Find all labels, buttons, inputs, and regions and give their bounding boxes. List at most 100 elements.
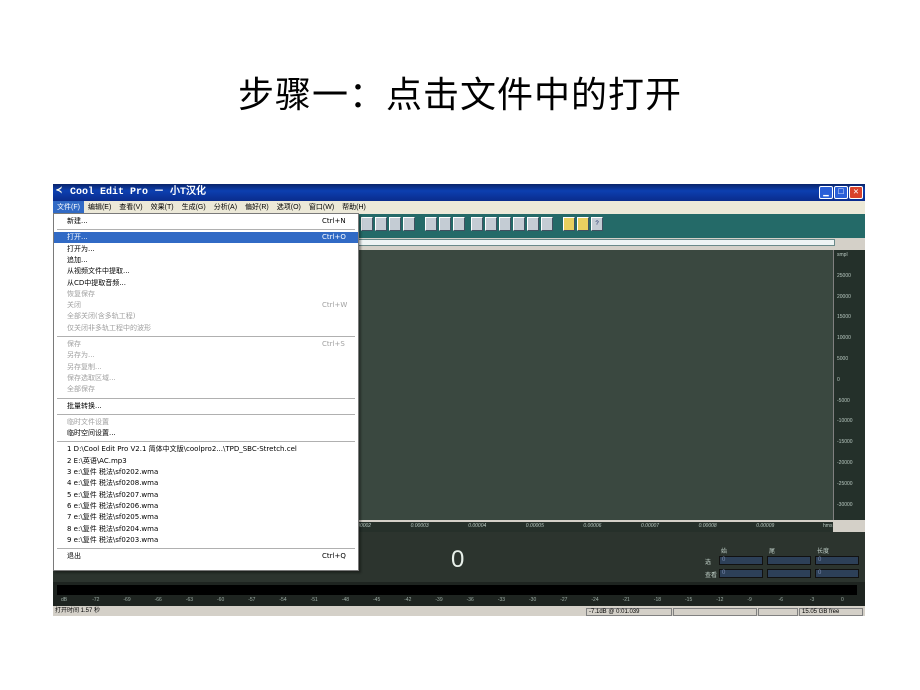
level-tick-label: -60 xyxy=(217,597,225,603)
level-meter xyxy=(57,585,857,595)
help-icon[interactable]: ? xyxy=(591,217,603,231)
level-tick-label: -21 xyxy=(622,597,630,603)
menu-item-label: 保存选取区域... xyxy=(67,373,116,382)
amplitude-tick-label: 25000 xyxy=(837,272,851,279)
amplitude-scale: smpl 25000 20000 15000 10000 5000 0 -5000 -10000… xyxy=(833,250,865,520)
level-tick-label: -57 xyxy=(248,597,256,603)
view-end-field[interactable] xyxy=(767,569,811,578)
amplitude-tick-label: -20000 xyxy=(837,460,853,466)
timeline-tick-label: 0.00007 xyxy=(641,523,660,529)
file-menu-item[interactable]: 打开... Ctrl+O xyxy=(54,232,358,244)
toolbar-button[interactable] xyxy=(403,217,415,231)
toolbar-button[interactable] xyxy=(439,217,451,231)
menu-item-label: 从视频文件中提取... xyxy=(67,267,130,276)
selection-end-field[interactable] xyxy=(767,556,811,565)
toolbar-button[interactable] xyxy=(541,217,553,231)
overview-ruler[interactable] xyxy=(353,239,835,246)
file-menu-item: 仅关闭非多轨工程中的波形 xyxy=(54,323,358,334)
level-tick-label: -6 xyxy=(778,597,784,603)
selection-header-begin: 始 xyxy=(721,549,728,555)
selection-begin-field[interactable]: 0 xyxy=(719,556,763,565)
menu-item-label: 2 E:\英语\AC.mp3 xyxy=(67,456,127,465)
amplitude-tick-label: 20000 xyxy=(837,293,851,300)
level-tick-label: -45 xyxy=(373,597,381,603)
file-menu-item[interactable]: 打开为... xyxy=(54,244,358,255)
amplitude-tick-label: 15000 xyxy=(837,314,851,321)
file-menu-item[interactable]: 从CD中提取音频... xyxy=(54,278,358,289)
timeline-tick-label: 0.00005 xyxy=(525,523,544,529)
level-tick-label: -69 xyxy=(123,597,131,603)
file-menu-item[interactable]: 退出 Ctrl+Q xyxy=(54,551,358,562)
menu-item-label: 打开... xyxy=(67,233,88,242)
file-menu-item[interactable]: 追加... xyxy=(54,255,358,266)
menu-item-label: 另存为... xyxy=(67,351,95,360)
level-tick-label: -30 xyxy=(529,597,537,603)
menu-item-label: 9 e:\复件 税法\sf0203.wma xyxy=(67,535,159,544)
view-begin-field[interactable]: 0 xyxy=(719,569,763,578)
title-bar[interactable]: ≺ Cool Edit Pro － 小T汉化 ▁ □ ✕ xyxy=(53,184,865,201)
selection-header-end: 尾 xyxy=(769,549,776,555)
menu-item-shortcut: Ctrl+W xyxy=(322,301,348,310)
level-tick-label: -72 xyxy=(92,597,100,603)
level-tick-label: -66 xyxy=(154,597,162,603)
file-menu-item[interactable]: 批量转换... xyxy=(54,401,358,412)
view-length-field[interactable]: 0 xyxy=(815,569,859,578)
file-menu-item: 保存选取区域... xyxy=(54,373,358,384)
file-menu-item[interactable]: 7 e:\复件 税法\sf0205.wma xyxy=(54,512,358,523)
menu-separator xyxy=(57,397,355,399)
toolbar-button[interactable] xyxy=(361,217,373,231)
menu-item-label: 临时空间设置... xyxy=(67,429,116,438)
file-menu-item[interactable]: 8 e:\复件 税法\sf0204.wma xyxy=(54,524,358,535)
status-cell xyxy=(758,608,798,616)
toolbar-button[interactable] xyxy=(425,217,437,231)
menu-item-label: 3 e:\复件 税法\sf0202.wma xyxy=(67,468,159,476)
file-menu-item[interactable]: 3 e:\复件 税法\sf0202.wma xyxy=(54,467,358,478)
level-tick-label: -3 xyxy=(809,597,815,603)
maximize-button[interactable]: □ xyxy=(834,186,848,199)
amplitude-tick-label: -5000 xyxy=(837,397,850,404)
file-menu-item[interactable]: 6 e:\复件 税法\sf0206.wma xyxy=(54,501,358,512)
file-menu-item[interactable]: 9 e:\复件 税法\sf0203.wma xyxy=(54,535,358,546)
toolbar-button[interactable] xyxy=(513,217,525,231)
selection-length-field[interactable]: 0 xyxy=(815,556,859,565)
file-menu-item[interactable]: 从视频文件中提取... xyxy=(54,266,358,277)
toolbar-button[interactable] xyxy=(453,217,465,231)
level-tick-label: -42 xyxy=(404,597,412,603)
level-tick-label: -9 xyxy=(747,597,752,603)
selection-header-length: 长度 xyxy=(817,549,830,555)
close-button[interactable]: ✕ xyxy=(849,186,863,199)
menu-item-label: 批量转换... xyxy=(67,401,102,410)
file-menu-item[interactable]: 1 D:\Cool Edit Pro V2.1 简体中文版\coolpro2..… xyxy=(54,444,358,455)
toolbar-button[interactable] xyxy=(375,217,387,231)
file-menu-item[interactable]: 临时空间设置... xyxy=(54,428,358,439)
status-bar: 打开时间 1.57 秒 -7.1dB @ 0:01.039 15.05 GB f… xyxy=(53,608,865,616)
menu-item-label: 临时文件设置 xyxy=(67,417,109,426)
toolbar-button[interactable] xyxy=(471,217,483,231)
level-tick-label: -15 xyxy=(685,597,693,603)
menu-item-label: 另存复制... xyxy=(67,362,102,371)
amplitude-tick-label: -25000 xyxy=(837,480,853,487)
timeline-tick-label: 0.00008 xyxy=(698,523,717,529)
toolbar-button[interactable] xyxy=(527,217,539,231)
level-tick-label: -24 xyxy=(591,597,599,603)
file-menu-item[interactable]: 新建... Ctrl+N xyxy=(54,216,358,227)
toolbar-button[interactable] xyxy=(485,217,497,231)
minimize-button[interactable]: ▁ xyxy=(819,186,833,199)
level-tick-label: -33 xyxy=(497,597,506,603)
toolbar-button[interactable] xyxy=(499,217,511,231)
toolbar-button[interactable] xyxy=(563,217,575,231)
file-menu-item[interactable]: 4 e:\复件 税法\sf0208.wma xyxy=(54,478,358,489)
file-menu-dropdown: 新建... Ctrl+N 打开... Ctrl+O 打开为... 追加... 从视频文件中提… xyxy=(53,213,359,571)
amplitude-tick-label: -15000 xyxy=(837,439,853,446)
menu-item-shortcut: Ctrl+S xyxy=(322,340,345,348)
file-menu-item[interactable]: 5 e:\复件 税法\sf0207.wma xyxy=(54,490,358,501)
toolbar-button[interactable] xyxy=(389,217,401,231)
file-menu-item[interactable]: 2 E:\英语\AC.mp3 xyxy=(54,456,358,467)
level-tick-label: -18 xyxy=(653,597,662,603)
level-tick-label: -48 xyxy=(341,597,350,603)
amplitude-tick-label: smpl xyxy=(837,252,848,258)
file-menu-item: 临时文件设置 xyxy=(54,417,358,428)
level-tick-label: -51 xyxy=(310,597,318,603)
toolbar-button[interactable] xyxy=(577,217,589,231)
file-menu-item: 全部关闭(含多轨工程) xyxy=(54,311,358,322)
